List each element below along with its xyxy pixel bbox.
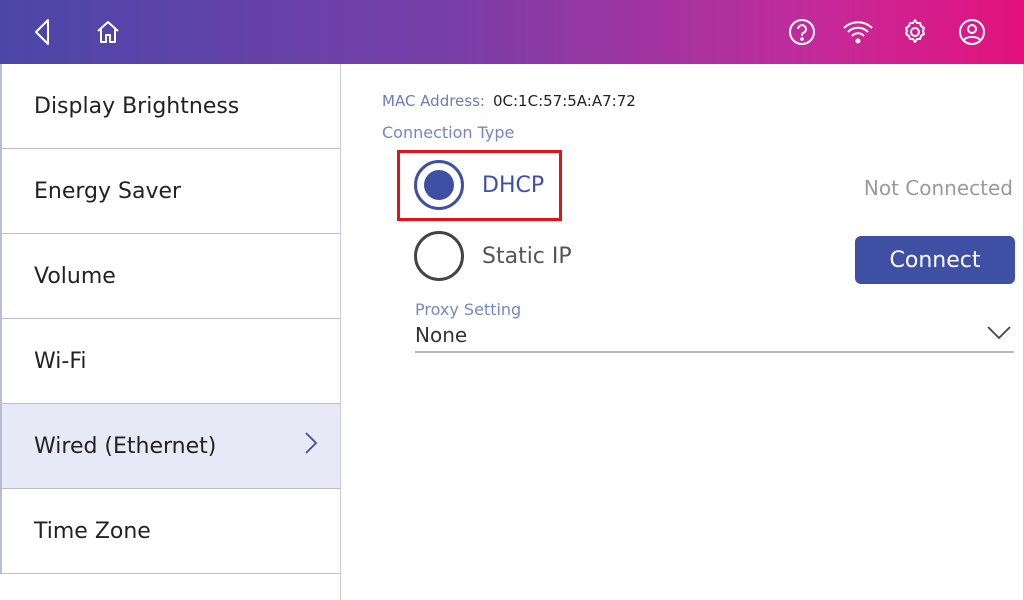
proxy-setting: Proxy Setting None [415,300,1014,353]
sidebar-item-label: Energy Saver [34,178,182,204]
sidebar-item-label: Volume [34,263,116,289]
connection-status: Not Connected [863,176,1013,200]
static-ip-label: Static IP [482,243,572,269]
proxy-select[interactable]: None [415,319,1014,353]
ethernet-settings-panel: MAC Address: 0C:1C:57:5A:A7:72 Connection… [341,64,1024,600]
home-icon[interactable] [88,12,128,52]
static-ip-radio[interactable] [414,231,464,281]
mac-address: MAC Address: 0C:1C:57:5A:A7:72 [382,92,636,110]
sidebar-item-energy-saver[interactable]: Energy Saver [0,149,340,234]
sidebar-item-label: Wi-Fi [34,348,87,374]
gear-icon[interactable] [895,12,935,52]
chevron-down-icon [987,326,1011,340]
settings-sidebar: Display Brightness Energy Saver Volume W… [0,64,341,600]
sidebar-item-volume[interactable]: Volume [0,234,340,319]
help-icon[interactable] [782,12,822,52]
connection-type-label: Connection Type [382,123,515,142]
top-bar [0,0,1024,64]
dhcp-radio[interactable] [414,160,464,210]
dhcp-option[interactable]: DHCP [414,160,544,210]
sidebar-item-label: Time Zone [34,518,151,544]
sidebar-item-display-brightness[interactable]: Display Brightness [0,64,340,149]
static-ip-option[interactable]: Static IP [414,231,572,281]
back-icon[interactable] [22,12,62,52]
chevron-right-icon [304,431,318,461]
sidebar-item-wifi[interactable]: Wi-Fi [0,319,340,404]
proxy-setting-label: Proxy Setting [415,300,522,319]
wifi-icon[interactable] [838,12,878,52]
sidebar-item-label: Wired (Ethernet) [34,433,217,459]
dhcp-label: DHCP [482,172,545,198]
mac-address-label: MAC Address: [382,92,485,110]
sidebar-item-label: Display Brightness [34,93,240,119]
mac-address-value: 0C:1C:57:5A:A7:72 [492,92,636,110]
account-icon[interactable] [952,12,992,52]
proxy-select-value: None [415,323,468,347]
sidebar-item-time-zone[interactable]: Time Zone [0,489,340,574]
connect-button[interactable]: Connect [855,236,1015,284]
sidebar-item-wired-ethernet[interactable]: Wired (Ethernet) [0,404,340,489]
